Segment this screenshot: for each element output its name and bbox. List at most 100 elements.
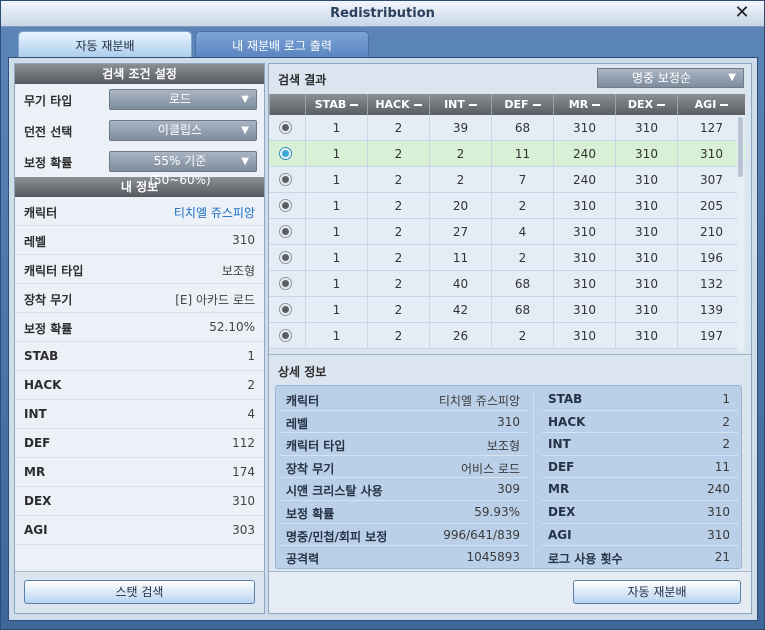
- dungeon-dropdown[interactable]: 이클립스 ▼: [109, 120, 257, 141]
- my-info-label: 장착 무기: [24, 293, 73, 307]
- row-radio-button[interactable]: [279, 173, 292, 186]
- sort-toggle-icon[interactable]: [532, 104, 541, 106]
- table-cell: 39: [429, 115, 491, 140]
- row-select-cell: [269, 219, 305, 244]
- window-title: Redistribution: [330, 6, 435, 21]
- table-cell: 310: [553, 297, 615, 322]
- column-header-stab[interactable]: STAB: [305, 94, 367, 115]
- tab-log-output[interactable]: 내 재분배 로그 출력: [195, 31, 369, 59]
- table-row[interactable]: 1 2 42 68 310 310 139: [269, 297, 745, 323]
- close-icon[interactable]: ✕: [732, 4, 752, 24]
- my-info-row: DEF 112: [15, 429, 264, 458]
- detail-label: 보정 확률: [286, 506, 335, 521]
- column-header-agi[interactable]: AGI: [677, 94, 745, 115]
- detail-value: 996/641/839: [443, 527, 520, 542]
- sort-toggle-icon[interactable]: [592, 104, 601, 106]
- sort-toggle-icon[interactable]: [720, 104, 729, 106]
- table-cell: 240: [553, 141, 615, 166]
- detail-row: 로그 사용 횟수 21: [542, 546, 738, 569]
- column-header-label: HACK: [375, 98, 410, 111]
- detail-row: 공격력 1045893: [280, 546, 528, 569]
- detail-label: 장착 무기: [286, 461, 335, 476]
- row-radio-button[interactable]: [279, 121, 292, 134]
- table-cell: 132: [677, 271, 745, 296]
- table-cell: 2: [367, 167, 429, 192]
- row-radio-button[interactable]: [279, 329, 292, 342]
- row-select-cell: [269, 167, 305, 192]
- filter-dungeon: 던전 선택 이클립스 ▼: [15, 115, 264, 146]
- table-row[interactable]: 1 2 11 2 310 310 196: [269, 245, 745, 271]
- detail-value: 310: [707, 527, 730, 542]
- row-radio-button[interactable]: [279, 147, 292, 160]
- correction-rate-dropdown[interactable]: 55% 기준 (50~60%) ▼: [109, 151, 257, 187]
- my-info-value: 티치엘 쥬스피앙: [173, 206, 255, 220]
- my-info-label: 캐릭터: [24, 206, 58, 220]
- detail-box: 캐릭터 티치엘 쥬스피앙 레벨 310 캐릭터 타입 보조형 장착 무기 어비스 로드 시앤 크…: [275, 385, 742, 569]
- table-row[interactable]: 1 2 40 68 310 310 132: [269, 271, 745, 297]
- detail-row: 시앤 크리스탈 사용 309: [280, 478, 528, 501]
- table-cell: 310: [615, 115, 677, 140]
- table-cell: 26: [429, 323, 491, 348]
- row-select-cell: [269, 141, 305, 166]
- detail-label: 명중/민첩/회피 보정: [286, 529, 388, 544]
- detail-label: 공격력: [286, 552, 320, 567]
- column-header-dex[interactable]: DEX: [615, 94, 677, 115]
- sort-toggle-icon[interactable]: [657, 104, 666, 106]
- table-cell: 1: [305, 193, 367, 218]
- table-cell: 205: [677, 193, 745, 218]
- my-info-row: INT 4: [15, 400, 264, 429]
- table-row[interactable]: 1 2 39 68 310 310 127: [269, 115, 745, 141]
- row-radio-button[interactable]: [279, 225, 292, 238]
- detail-label: 캐릭터: [286, 394, 320, 408]
- table-row[interactable]: 1 2 2 11 240 310 310: [269, 141, 745, 167]
- column-header-hack[interactable]: HACK: [367, 94, 429, 115]
- tab-auto-redistribute[interactable]: 자동 재분배: [18, 31, 192, 59]
- detail-value: 310: [497, 414, 520, 429]
- table-cell: 7: [491, 167, 553, 192]
- column-header-mr[interactable]: MR: [553, 94, 615, 115]
- detail-row: INT 2: [542, 433, 738, 456]
- table-row[interactable]: 1 2 27 4 310 310 210: [269, 219, 745, 245]
- my-info-value: 52.10%: [209, 320, 255, 334]
- detail-divider: [533, 390, 534, 566]
- weapon-type-dropdown[interactable]: 로드 ▼: [109, 89, 257, 110]
- my-info-value: 1: [247, 349, 255, 363]
- my-info-row: 캐릭터 티치엘 쥬스피앙: [15, 197, 264, 226]
- detail-value: 59.93%: [474, 504, 520, 519]
- chevron-down-icon: ▼: [241, 94, 249, 105]
- scrollbar-thumb[interactable]: [738, 117, 743, 177]
- row-radio-button[interactable]: [279, 303, 292, 316]
- table-cell: 2: [367, 193, 429, 218]
- row-radio-button[interactable]: [279, 277, 292, 290]
- my-info-value: 310: [232, 494, 255, 508]
- detail-value: 1: [722, 392, 730, 406]
- title-bar[interactable]: Redistribution ✕: [1, 1, 764, 27]
- auto-redistribute-button[interactable]: 자동 재분배: [573, 580, 741, 604]
- detail-label: AGI: [548, 527, 572, 542]
- my-info-label: HACK: [24, 378, 62, 392]
- table-row[interactable]: 1 2 20 2 310 310 205: [269, 193, 745, 219]
- row-select-cell: [269, 115, 305, 140]
- my-info-value: [E] 아카드 로드: [175, 293, 255, 307]
- detail-label: 로그 사용 횟수: [548, 552, 623, 567]
- table-row[interactable]: 1 2 2 7 240 310 307: [269, 167, 745, 193]
- my-info-value: 4: [247, 407, 255, 421]
- sort-toggle-icon[interactable]: [350, 104, 359, 106]
- table-cell: 11: [491, 141, 553, 166]
- table-cell: 40: [429, 271, 491, 296]
- sort-dropdown[interactable]: 명중 보정순 ▼: [597, 68, 744, 88]
- column-header-label: INT: [444, 98, 465, 111]
- row-radio-button[interactable]: [279, 251, 292, 264]
- sort-toggle-icon[interactable]: [413, 104, 422, 106]
- detail-value: 어비스 로드: [460, 461, 520, 476]
- results-scrollbar[interactable]: [737, 115, 744, 351]
- table-cell: 310: [553, 245, 615, 270]
- column-header-int[interactable]: INT: [429, 94, 491, 115]
- left-footer: 스탯 검색: [15, 571, 264, 613]
- sort-toggle-icon[interactable]: [468, 104, 477, 106]
- stat-search-button[interactable]: 스탯 검색: [24, 580, 255, 604]
- row-radio-button[interactable]: [279, 199, 292, 212]
- column-header-def[interactable]: DEF: [491, 94, 553, 115]
- table-row[interactable]: 1 2 26 2 310 310 197: [269, 323, 745, 349]
- table-cell: 1: [305, 167, 367, 192]
